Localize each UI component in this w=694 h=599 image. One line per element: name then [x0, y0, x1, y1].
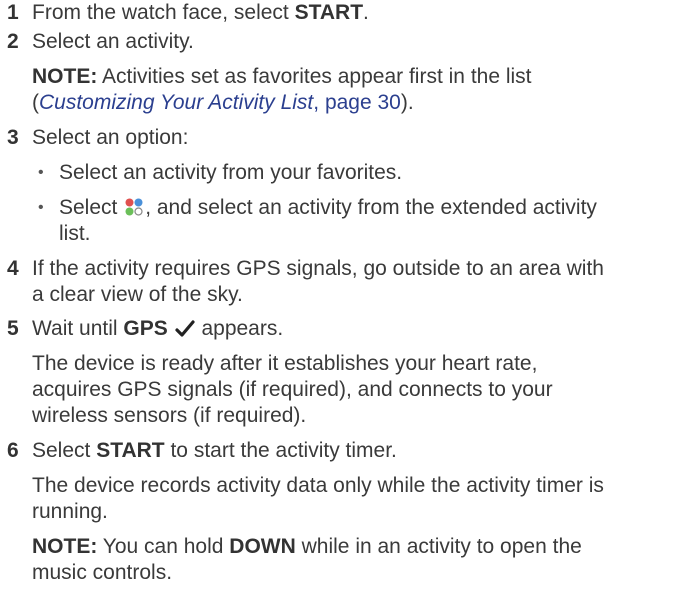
bullet-text-line-2: list. [59, 222, 91, 245]
four-dots-icon [125, 198, 143, 216]
step-text: From the watch face, select START. [32, 0, 369, 26]
step-text-post: appears. [195, 317, 284, 340]
para-line-2: running. [32, 500, 108, 523]
instructions-page: 1 From the watch face, select START. 2 S… [0, 0, 694, 599]
start-button-label: START [96, 439, 165, 462]
note-line-2: music controls. [32, 561, 173, 584]
note-label: NOTE: [32, 535, 98, 558]
note-label: NOTE: [32, 65, 98, 88]
bullet-dot: • [38, 164, 44, 181]
bullet-dot: • [38, 199, 44, 216]
step-text: Wait until GPS appears. [32, 316, 283, 342]
step-text-post: . [363, 1, 369, 24]
start-button-label: START [294, 1, 364, 24]
note-text-pre: You can hold [97, 535, 230, 558]
para-line-1: The device is ready after it establishes… [32, 352, 538, 375]
step-text: Select START to start the activity timer… [32, 438, 397, 464]
step-text-line-2: a clear view of the sky. [32, 283, 243, 306]
step-text: Select an option: [32, 126, 189, 149]
customizing-activity-list-link[interactable]: Customizing Your Activity List [39, 91, 313, 114]
para-line-2: acquires GPS signals (if required), and … [32, 378, 553, 401]
bullet-text-post: , and select an activity from the extend… [145, 196, 597, 219]
step-number: 4 [7, 257, 19, 280]
step-text: Select an activity. [32, 30, 194, 53]
gps-label: GPS [123, 317, 168, 340]
step-number: 1 [7, 1, 19, 24]
bullet-text: Select , and select an activity from the… [59, 195, 597, 221]
step-number: 2 [7, 30, 19, 53]
note-line-2: (Customizing Your Activity List, page 30… [32, 90, 414, 116]
step-number: 6 [7, 439, 19, 462]
note-text-post: while in an activity to open the [295, 535, 582, 558]
step-number: 5 [7, 317, 19, 340]
para-line-1: The device records activity data only wh… [32, 474, 604, 497]
bullet-text: Select an activity from your favorites. [59, 161, 403, 184]
paren-close: ). [400, 91, 414, 114]
note-line-1: NOTE: You can hold DOWN while in an acti… [32, 534, 582, 560]
step-text-pre: Select [32, 439, 97, 462]
paren-open: ( [32, 91, 39, 114]
note-text: Activities set as favorites appear first… [97, 65, 532, 88]
note-line-1: NOTE: Activities set as favorites appear… [32, 64, 532, 90]
checkmark-icon [175, 320, 195, 337]
step-text-pre: From the watch face, select [32, 1, 295, 24]
step-text-pre: Wait until [32, 317, 124, 340]
down-button-label: DOWN [229, 535, 296, 558]
para-line-3: wireless sensors (if required). [32, 404, 307, 427]
step-text-line-1: If the activity requires GPS signals, go… [32, 257, 604, 280]
step-number: 3 [7, 126, 19, 149]
step-text-post: to start the activity timer. [164, 439, 397, 462]
bullet-text-pre: Select [59, 196, 124, 219]
page-reference[interactable]: , page 30 [313, 91, 401, 114]
